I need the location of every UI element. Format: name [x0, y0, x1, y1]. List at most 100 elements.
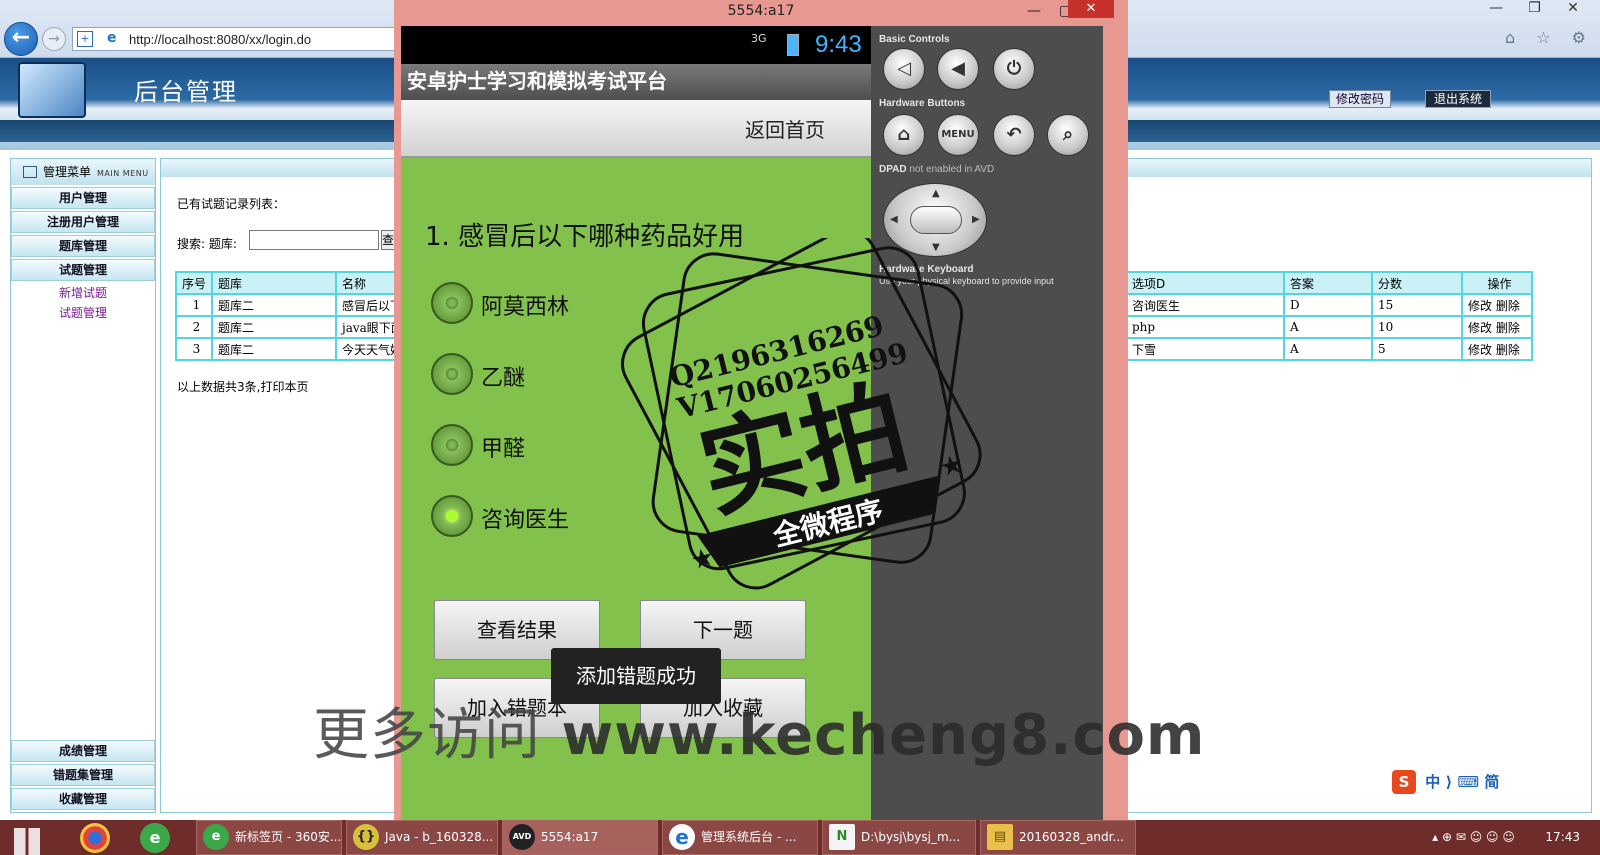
logout-button[interactable]: 退出系统	[1425, 90, 1492, 108]
emulator-titlebar: 5554:a17 — ▢ ✕	[394, 0, 1128, 22]
system-tray[interactable]: ▴ ⊕ ✉ ☺ ☺ ☺ 17:43	[1432, 820, 1580, 855]
cell: 咨询医生	[1125, 293, 1285, 317]
cell: 1	[175, 293, 213, 317]
power-icon[interactable]: ⏻	[993, 48, 1035, 90]
avd-icon: AVD	[509, 824, 535, 850]
sidebar-heading-sub: MAIN MENU	[97, 169, 149, 178]
watermark-prefix: 更多访问	[313, 703, 541, 768]
col-header: 答案	[1283, 271, 1373, 295]
address-url[interactable]: http://localhost:8080/xx/login.do	[129, 32, 311, 47]
home-icon[interactable]: ⌂	[1505, 28, 1523, 47]
radio-checked-icon[interactable]	[431, 495, 473, 537]
cell: 2	[175, 315, 213, 339]
back-button[interactable]: ←	[4, 22, 38, 56]
restore-button[interactable]: ❐	[1518, 0, 1552, 16]
row-actions[interactable]: 修改 删除	[1461, 315, 1533, 339]
chrome-icon[interactable]	[80, 823, 110, 853]
option-label[interactable]: 乙醚	[481, 360, 525, 392]
browser-360-icon[interactable]: e	[140, 823, 170, 853]
taskbar-item[interactable]: ▤ 20160328_andr...	[980, 820, 1136, 855]
taskbar-item[interactable]: N D:\bysj\bysj_m...	[822, 820, 976, 855]
folder-icon: ▤	[987, 824, 1013, 850]
dpad-label-text: DPAD	[879, 164, 907, 175]
col-header: 操作	[1461, 271, 1533, 295]
monitor-logo-icon	[18, 62, 86, 118]
sidebar-item-favorites[interactable]: 收藏管理	[11, 788, 155, 810]
minimize-button[interactable]: —	[1479, 0, 1513, 16]
menu-button[interactable]: MENU	[937, 114, 979, 156]
emulator-close-button[interactable]: ✕	[1068, 0, 1114, 18]
sidebar-heading: 管理菜单 MAIN MENU	[11, 159, 155, 185]
search-icon[interactable]: ⌕	[1047, 114, 1089, 156]
sidebar-item-wrong-questions[interactable]: 错题集管理	[11, 764, 155, 786]
browser-360-icon: e	[203, 824, 229, 850]
dpad-control[interactable]: ▲ ▼ ◀ ▶	[883, 183, 987, 257]
emulator-minmax[interactable]: — ▢	[1027, 0, 1072, 22]
radio-icon[interactable]	[431, 424, 473, 466]
keyboard-note: Use your physical keyboard to provide in…	[879, 276, 1054, 286]
option-label[interactable]: 阿莫西林	[481, 289, 569, 321]
start-icon[interactable]	[14, 828, 40, 855]
cell: 10	[1371, 315, 1463, 339]
dpad-up-icon[interactable]: ▲	[932, 188, 940, 199]
sidebar-item-registered-users[interactable]: 注册用户管理	[11, 211, 155, 233]
sidebar-item-questions[interactable]: 试题管理	[11, 259, 155, 281]
ime-toolbar[interactable]: S 中 ⟩ ⌨ 简	[1392, 770, 1600, 796]
question-text: 1. 感冒后以下哪种药品好用	[425, 222, 745, 252]
cell: 3	[175, 337, 213, 361]
favorites-icon[interactable]: ☆	[1536, 28, 1558, 47]
option-label[interactable]: 甲醛	[481, 431, 525, 463]
col-header: 序号	[175, 271, 213, 295]
back-icon[interactable]: ↶	[993, 114, 1035, 156]
volume-up-icon[interactable]: ◀	[937, 48, 979, 90]
cell: 下雪	[1125, 337, 1285, 361]
option-label[interactable]: 咨询医生	[481, 502, 569, 534]
forward-button[interactable]: →	[42, 27, 66, 51]
taskbar-item[interactable]: e 新标签页 - 360安...	[196, 820, 342, 855]
sidebar-item-users[interactable]: 用户管理	[11, 187, 155, 209]
dpad-label: DPAD not enabled in AVD	[879, 164, 994, 175]
tray-icons[interactable]: ▴ ⊕ ✉ ☺ ☺ ☺	[1432, 830, 1541, 844]
taskbar-item[interactable]: AVD 5554:a17	[502, 820, 658, 855]
taskbar-item[interactable]: {} Java - b_160328...	[346, 820, 498, 855]
search-input[interactable]	[249, 230, 379, 250]
browser-window-controls: — ❐ ✕	[1479, 0, 1590, 20]
cell: 题库二	[211, 293, 337, 317]
volume-down-icon[interactable]: ◁	[883, 48, 925, 90]
basic-controls-label: Basic Controls	[879, 34, 950, 45]
emulator-title: 5554:a17	[727, 3, 795, 19]
clock[interactable]: 17:43	[1545, 830, 1580, 844]
signal-icon: 3G	[751, 32, 767, 45]
cell: php	[1125, 315, 1285, 339]
back-home-button[interactable]: 返回首页	[745, 114, 825, 143]
shield-icon: +	[77, 31, 93, 47]
radio-icon[interactable]	[431, 353, 473, 395]
row-actions[interactable]: 修改 删除	[1461, 293, 1533, 317]
row-actions[interactable]: 修改 删除	[1461, 337, 1533, 361]
cell: A	[1283, 315, 1373, 339]
close-button[interactable]: ✕	[1556, 0, 1590, 16]
radio-icon[interactable]	[431, 282, 473, 324]
status-bar: 3G 9:43	[401, 26, 871, 64]
watermark-url: www.kecheng8.com	[561, 703, 1206, 768]
taskbar-item[interactable]: e 管理系统后台 - ...	[662, 820, 818, 855]
change-password-button[interactable]: 修改密码	[1329, 90, 1392, 108]
taskbar-item-label: 新标签页 - 360安...	[235, 830, 342, 844]
col-header: 选项D	[1125, 271, 1285, 295]
address-bar[interactable]: + e http://localhost:8080/xx/login.do	[72, 27, 402, 51]
sidebar-subitem-add-question[interactable]: 新增试题	[11, 283, 155, 303]
taskbar-item-label: 管理系统后台 - ...	[701, 830, 797, 844]
dpad-center-icon[interactable]	[910, 206, 962, 234]
sidebar-item-question-bank[interactable]: 题库管理	[11, 235, 155, 257]
dpad-right-icon[interactable]: ▶	[972, 214, 980, 225]
sidebar-subitem-manage-questions[interactable]: 试题管理	[11, 303, 155, 323]
notepad-icon: N	[829, 824, 855, 850]
dpad-left-icon[interactable]: ◀	[890, 214, 898, 225]
sidebar-heading-label: 管理菜单	[43, 165, 92, 179]
dpad-down-icon[interactable]: ▼	[932, 242, 940, 253]
sogou-logo-icon[interactable]: S	[1392, 770, 1416, 794]
ime-status[interactable]: 中 ⟩ ⌨ 简	[1425, 773, 1499, 791]
settings-icon[interactable]: ⚙	[1572, 28, 1594, 47]
home-icon[interactable]: ⌂	[883, 114, 925, 156]
sidebar-item-scores[interactable]: 成绩管理	[11, 740, 155, 762]
